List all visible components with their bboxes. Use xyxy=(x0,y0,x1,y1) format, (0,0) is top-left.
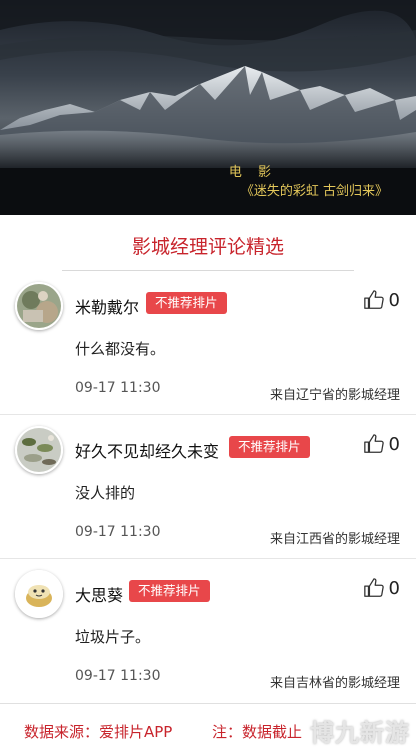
review-card: 米勒戴尔 不推荐排片 0 什么都没有。 09-17 11:30 来自辽宁省的影城… xyxy=(0,272,416,414)
avatar[interactable] xyxy=(15,570,63,618)
banner-subtitle-line2: 《迷失的彩虹 古剑归来》 xyxy=(240,184,388,199)
divider xyxy=(0,414,416,415)
avatar[interactable] xyxy=(15,426,63,474)
review-source: 来自辽宁省的影城经理 xyxy=(269,388,400,403)
username[interactable]: 大思葵 xyxy=(75,582,123,606)
like-button[interactable]: 0 xyxy=(363,289,400,311)
review-source: 来自吉林省的影城经理 xyxy=(269,676,400,691)
like-count: 0 xyxy=(388,433,400,455)
recommendation-badge: 不推荐排片 xyxy=(146,292,227,314)
avatar[interactable] xyxy=(15,282,63,330)
thumbs-up-icon xyxy=(363,434,384,453)
thumbs-up-icon xyxy=(363,578,384,597)
recommendation-badge: 不推荐排片 xyxy=(129,580,210,602)
recommendation-badge: 不推荐排片 xyxy=(229,436,310,458)
review-card: 大思葵 不推荐排片 0 垃圾片子。 09-17 11:30 来自吉林省的影城经理 xyxy=(0,560,416,702)
banner-subtitle-line1: 电 影 xyxy=(228,165,278,180)
data-cutoff-note: 注：数据截止 xyxy=(212,723,303,741)
review-comment: 没人排的 xyxy=(75,484,136,502)
footer: 数据来源：爱排片APP 注：数据截止 博九新游 xyxy=(0,703,416,754)
like-button[interactable]: 0 xyxy=(363,433,400,455)
watermark-logo: 博九新游 xyxy=(310,719,410,747)
data-source-note: 数据来源：爱排片APP xyxy=(24,723,173,741)
like-button[interactable]: 0 xyxy=(363,577,400,599)
divider xyxy=(0,558,416,559)
review-time: 09-17 11:30 xyxy=(75,380,161,396)
review-comment: 垃圾片子。 xyxy=(75,628,151,646)
like-count: 0 xyxy=(388,289,400,311)
movie-banner: 电 影 《迷失的彩虹 古剑归来》 xyxy=(0,0,416,215)
section-title: 影城经理评论精选 xyxy=(131,236,284,258)
review-card: 好久不见却经久未变 不推荐排片 0 没人排的 09-17 11:30 来自江西省… xyxy=(0,416,416,558)
username[interactable]: 米勒戴尔 xyxy=(75,294,139,318)
thumbs-up-icon xyxy=(363,290,384,309)
like-count: 0 xyxy=(388,577,400,599)
title-divider xyxy=(62,270,354,271)
review-time: 09-17 11:30 xyxy=(75,668,161,684)
review-time: 09-17 11:30 xyxy=(75,524,161,540)
review-source: 来自江西省的影城经理 xyxy=(269,532,400,547)
review-comment: 什么都没有。 xyxy=(75,340,166,358)
username[interactable]: 好久不见却经久未变 xyxy=(75,438,219,462)
